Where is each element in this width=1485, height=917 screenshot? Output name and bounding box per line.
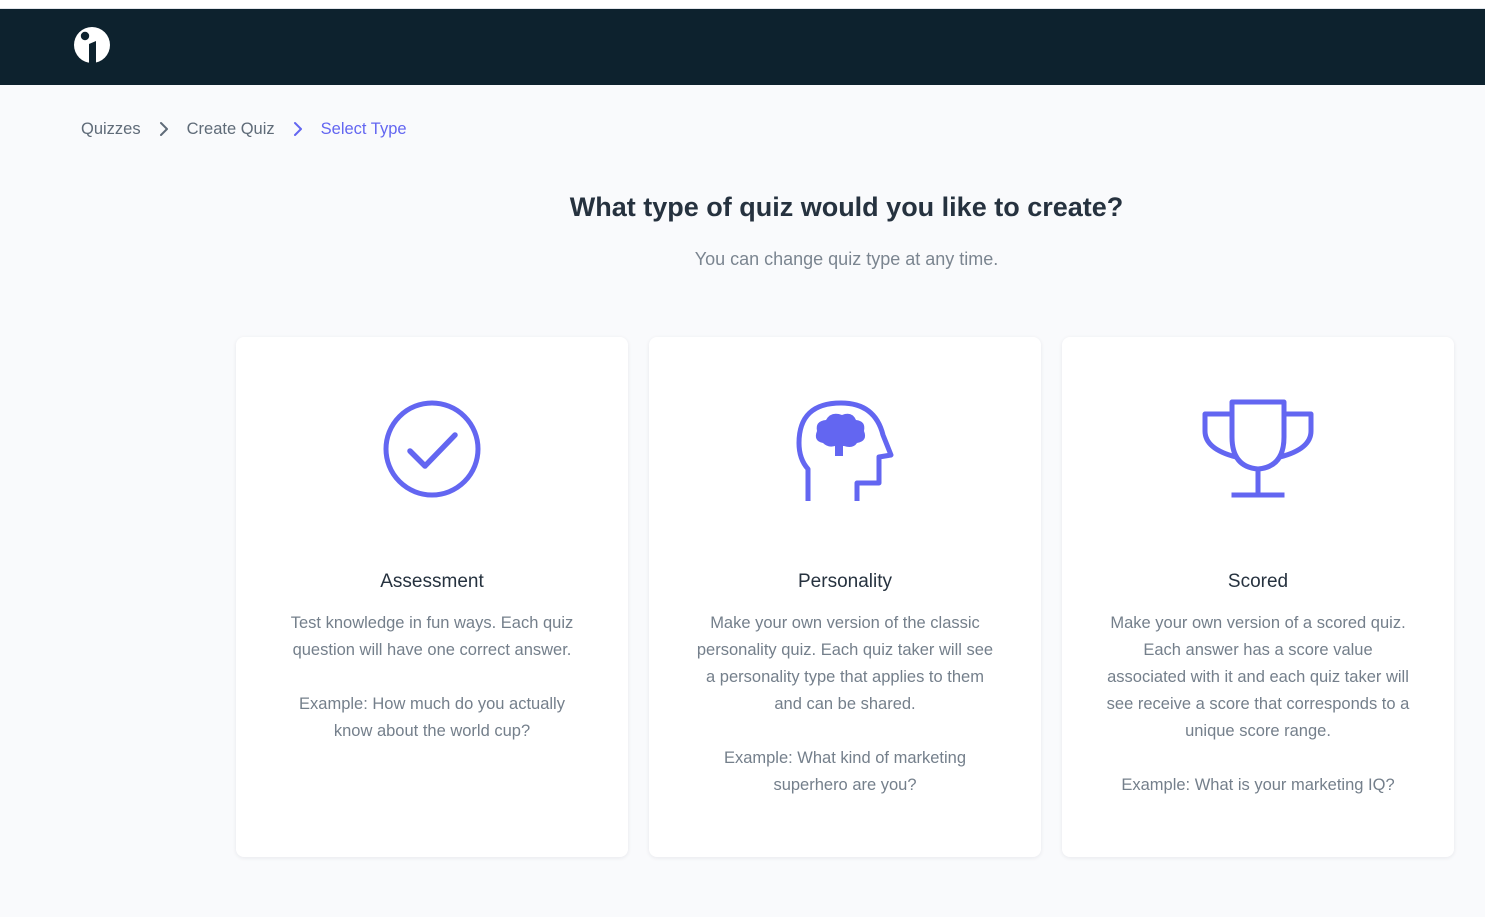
card-description-text: Make your own version of a scored quiz. …: [1106, 614, 1410, 740]
card-description-text: Make your own version of the classic per…: [696, 614, 994, 713]
quiz-type-card-assessment[interactable]: Assessment Test knowledge in fun ways. E…: [236, 337, 628, 857]
breadcrumb-item-quizzes[interactable]: Quizzes: [81, 120, 141, 139]
card-description: Test knowledge in fun ways. Each quiz qu…: [280, 610, 584, 745]
page-title: What type of quiz would you like to crea…: [569, 192, 1124, 222]
top-navbar: [0, 9, 1485, 85]
card-title: Scored: [1227, 571, 1289, 592]
quiz-type-card-personality[interactable]: Personality Make your own version of the…: [649, 337, 1041, 857]
breadcrumb-item-create-quiz[interactable]: Create Quiz: [187, 120, 275, 139]
breadcrumb: Quizzes Create Quiz Select Type: [81, 118, 407, 140]
card-title: Personality: [798, 571, 892, 592]
card-title: Assessment: [380, 571, 484, 592]
brand-logo-icon[interactable]: [70, 24, 114, 68]
browser-top-strip: [0, 0, 1485, 9]
brain-head-icon: [795, 397, 895, 503]
chevron-right-icon: [141, 118, 187, 140]
card-description: Make your own version of a scored quiz. …: [1106, 610, 1410, 799]
page-subtitle: You can change quiz type at any time.: [694, 249, 999, 269]
card-description-text: Test knowledge in fun ways. Each quiz qu…: [290, 614, 574, 659]
card-description: Make your own version of the classic per…: [693, 610, 997, 799]
quiz-type-card-scored[interactable]: Scored Make your own version of a scored…: [1062, 337, 1454, 857]
chevron-right-icon: [275, 118, 321, 140]
card-example-text: Example: How much do you actually know a…: [299, 695, 565, 740]
card-example-text: Example: What is your marketing IQ?: [1121, 776, 1395, 794]
trophy-icon: [1202, 397, 1314, 501]
breadcrumb-item-select-type: Select Type: [320, 119, 407, 138]
checkmark-circle-icon: [382, 397, 482, 501]
card-example-text: Example: What kind of marketing superher…: [723, 749, 967, 794]
